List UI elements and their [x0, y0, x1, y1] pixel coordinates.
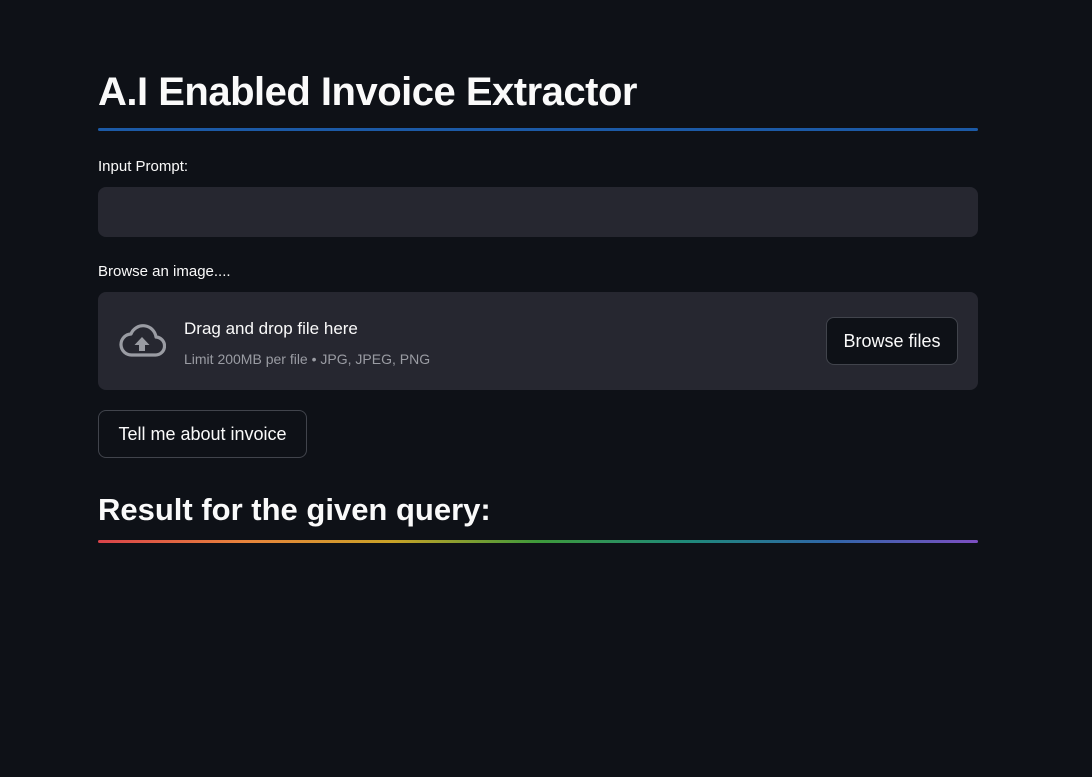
input-prompt-field[interactable] [98, 187, 978, 237]
result-heading: Result for the given query: [98, 492, 491, 527]
dropzone-instructions: Drag and drop file here [184, 319, 358, 338]
browse-files-button[interactable]: Browse files [826, 317, 958, 365]
title-divider [98, 128, 978, 131]
file-dropzone[interactable]: Drag and drop file here Limit 200MB per … [98, 292, 978, 390]
result-divider [98, 540, 978, 543]
input-prompt-label: Input Prompt: [98, 158, 189, 175]
tell-me-about-invoice-button[interactable]: Tell me about invoice [98, 410, 307, 458]
dropzone-file-limit: Limit 200MB per file • JPG, JPEG, PNG [184, 351, 431, 367]
cloud-upload-icon [119, 324, 166, 357]
file-uploader-label: Browse an image.... [98, 263, 231, 280]
page-title: A.I Enabled Invoice Extractor [98, 70, 638, 114]
